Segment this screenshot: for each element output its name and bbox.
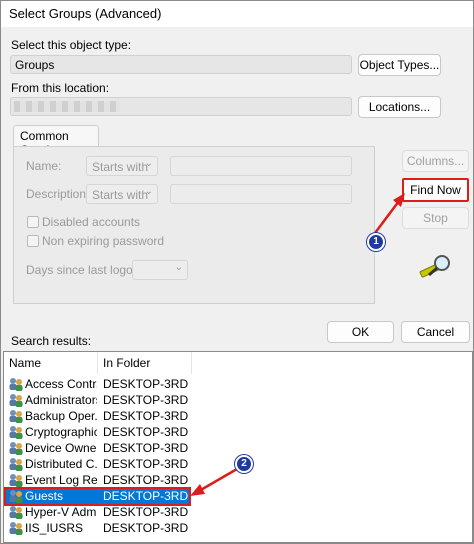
row-folder: DESKTOP-3RD... [103, 457, 189, 471]
disabled-accounts-label: Disabled accounts [42, 215, 141, 229]
row-name: Hyper-V Admi... [25, 505, 97, 519]
row-folder: DESKTOP-3RD... [103, 393, 189, 407]
row-folder: DESKTOP-3RD... [103, 521, 189, 535]
table-row[interactable]: IIS_IUSRS DESKTOP-3RD... [6, 520, 190, 536]
description-mode-select[interactable]: Starts with ⌄ [86, 184, 158, 204]
window-title: Select Groups (Advanced) [9, 6, 162, 21]
chevron-down-icon: ⌄ [144, 186, 153, 197]
row-folder: DESKTOP-3RD... [103, 441, 189, 455]
row-name: Device Owners [25, 441, 97, 455]
description-label: Description: [26, 187, 90, 201]
search-results-label: Search results: [11, 334, 92, 348]
columns-button[interactable]: Columns... [402, 150, 469, 172]
tab-common-queries[interactable]: Common Queries [13, 125, 99, 157]
table-row[interactable]: Backup Oper... DESKTOP-3RD... [6, 408, 190, 424]
group-users-icon [9, 442, 23, 455]
search-results-list[interactable]: Name In Folder Access Contr... DESKTOP-3R… [3, 351, 473, 543]
find-now-button[interactable]: Find Now [402, 178, 469, 202]
guests-highlight-box [4, 487, 191, 506]
row-folder: DESKTOP-3RD... [103, 505, 189, 519]
cancel-button[interactable]: Cancel [401, 321, 470, 343]
object-types-button[interactable]: Object Types... [358, 54, 441, 76]
group-users-icon [9, 378, 23, 391]
annotation-arrow-2 [190, 467, 238, 496]
locations-button[interactable]: Locations... [358, 96, 441, 118]
group-users-icon [9, 474, 23, 487]
table-row[interactable]: Event Log Re... DESKTOP-3RD... [6, 472, 190, 488]
name-label: Name: [26, 159, 62, 173]
group-users-icon [9, 410, 23, 423]
row-name: Distributed C... [25, 457, 97, 471]
non-expiring-password-checkbox[interactable] [27, 235, 39, 247]
name-mode-select[interactable]: Starts with ⌄ [86, 156, 158, 176]
table-row[interactable]: Hyper-V Admi... DESKTOP-3RD... [6, 504, 190, 520]
title-bar: Select Groups (Advanced) [1, 1, 473, 27]
row-name: Access Contr... [25, 377, 97, 391]
table-row[interactable]: Distributed C... DESKTOP-3RD... [6, 456, 190, 472]
days-since-logon-select[interactable]: ⌄ [132, 260, 188, 280]
row-folder: DESKTOP-3RD... [103, 409, 189, 423]
non-expiring-password-label: Non expiring password [42, 234, 165, 248]
row-name: IIS_IUSRS [25, 521, 84, 535]
group-users-icon [9, 458, 23, 471]
row-name: Backup Oper... [25, 409, 97, 423]
row-name: Cryptographic... [25, 425, 97, 439]
table-row[interactable]: Device Owners DESKTOP-3RD... [6, 440, 190, 456]
stop-button[interactable]: Stop [402, 207, 469, 229]
disabled-accounts-checkbox[interactable] [27, 216, 39, 228]
row-folder: DESKTOP-3RD... [103, 377, 189, 391]
object-type-label: Select this object type: [11, 38, 132, 52]
annotation-badge-2: 2 [235, 455, 253, 473]
object-type-value: Groups [15, 58, 55, 72]
description-input[interactable] [170, 184, 352, 204]
row-name: Event Log Re... [25, 473, 97, 487]
table-row[interactable]: Access Contr... DESKTOP-3RD... [6, 376, 190, 392]
name-input[interactable] [170, 156, 352, 176]
blurred-location-value [14, 101, 120, 112]
select-groups-dialog: Select Groups (Advanced) Select this obj… [0, 0, 474, 544]
name-mode-value: Starts with [92, 160, 149, 174]
row-folder: DESKTOP-3RD... [103, 473, 189, 487]
chevron-down-icon: ⌄ [144, 158, 153, 169]
column-header-name[interactable]: Name [4, 352, 98, 374]
column-header-in-folder[interactable]: In Folder [98, 352, 192, 374]
chevron-down-icon: ⌄ [174, 262, 183, 273]
common-queries-panel: Name: Starts with ⌄ Description: Starts … [13, 146, 375, 304]
description-mode-value: Starts with [92, 188, 149, 202]
group-users-icon [9, 426, 23, 439]
group-users-icon [9, 394, 23, 407]
group-users-icon [9, 506, 23, 519]
search-magnifier-icon [419, 255, 450, 278]
row-folder: DESKTOP-3RD... [103, 425, 189, 439]
days-since-logon-label: Days since last logon: [26, 263, 143, 277]
location-label: From this location: [11, 81, 110, 95]
ok-button[interactable]: OK [327, 321, 394, 343]
annotation-badge-1: 1 [367, 233, 385, 251]
location-field [10, 97, 352, 116]
table-row[interactable]: Administrators DESKTOP-3RD... [6, 392, 190, 408]
group-users-icon [9, 522, 23, 535]
table-row[interactable]: Cryptographic... DESKTOP-3RD... [6, 424, 190, 440]
row-name: Administrators [25, 393, 97, 407]
object-type-field: Groups [10, 55, 352, 74]
